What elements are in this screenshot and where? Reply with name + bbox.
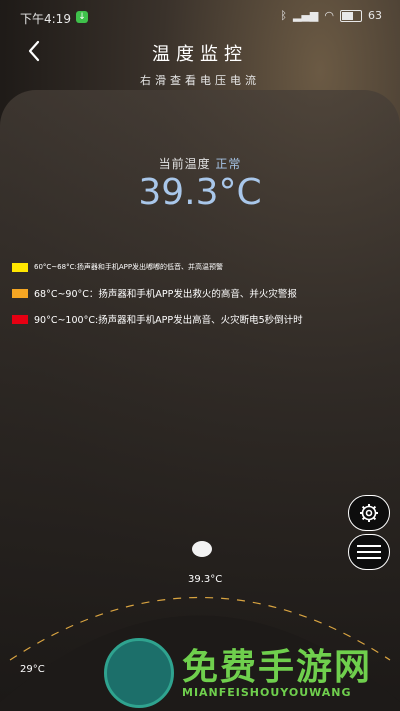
current-temp-label: 当前温度 正常 — [0, 155, 400, 172]
gauge-knob[interactable] — [192, 541, 212, 557]
red-swatch — [12, 314, 28, 324]
watermark-subtitle: MIANFEISHOUYOUWANG — [182, 686, 352, 699]
status-icons: ᛒ ▂▄▆ ◠ 63 — [280, 9, 382, 22]
orange-swatch — [12, 288, 28, 298]
download-icon: ↓ — [76, 11, 88, 23]
watermark-title: 免费手游网 — [182, 647, 373, 688]
current-temperature: 39.3°C — [138, 172, 262, 213]
legend-text: 68°C~90°C：扬声器和手机APP发出救火的高音、并火灾警报 — [34, 289, 297, 300]
legend-item-cutoff: 90°C~100°C:扬声器和手机APP发出高音、火灾断电5秒倒计时 — [12, 312, 303, 326]
temp-status: 正常 — [215, 157, 242, 171]
wifi-icon: ◠ — [324, 9, 334, 22]
legend-text: 90°C~100°C:扬声器和手机APP发出高音、火灾断电5秒倒计时 — [34, 315, 303, 326]
watermark-logo — [104, 638, 174, 708]
gauge-value-label: 39.3°C — [188, 574, 223, 585]
legend-item-warning: 60°C~68°C:扬声器和手机APP发出嘟嘟的低音、并高温预警 — [12, 262, 223, 272]
status-time: 下午4:19 — [20, 12, 71, 26]
page-title: 温度监控 — [152, 44, 248, 65]
watermark: 免费手游网 MIANFEISHOUYOUWANG — [104, 636, 396, 708]
status-bar: 下午4:19 ↓ ᛒ ▂▄▆ ◠ 63 — [0, 0, 400, 36]
legend-item-alarm: 68°C~90°C：扬声器和手机APP发出救火的高音、并火灾警报 — [12, 286, 297, 300]
battery-percent: 63 — [368, 9, 382, 22]
signal-icon: ▂▄▆ — [293, 9, 319, 22]
settings-button[interactable] — [348, 495, 390, 531]
gear-icon — [360, 504, 378, 522]
bluetooth-icon: ᛒ — [280, 9, 287, 22]
legend-text: 60°C~68°C:扬声器和手机APP发出嘟嘟的低音、并高温预警 — [34, 263, 224, 271]
yellow-swatch — [12, 262, 28, 272]
gauge-min-label: 29°C — [20, 664, 45, 675]
swipe-hint: 右滑查看电压电流 — [140, 74, 260, 87]
battery-icon — [340, 9, 362, 22]
current-temp-caption: 当前温度 — [158, 157, 211, 171]
